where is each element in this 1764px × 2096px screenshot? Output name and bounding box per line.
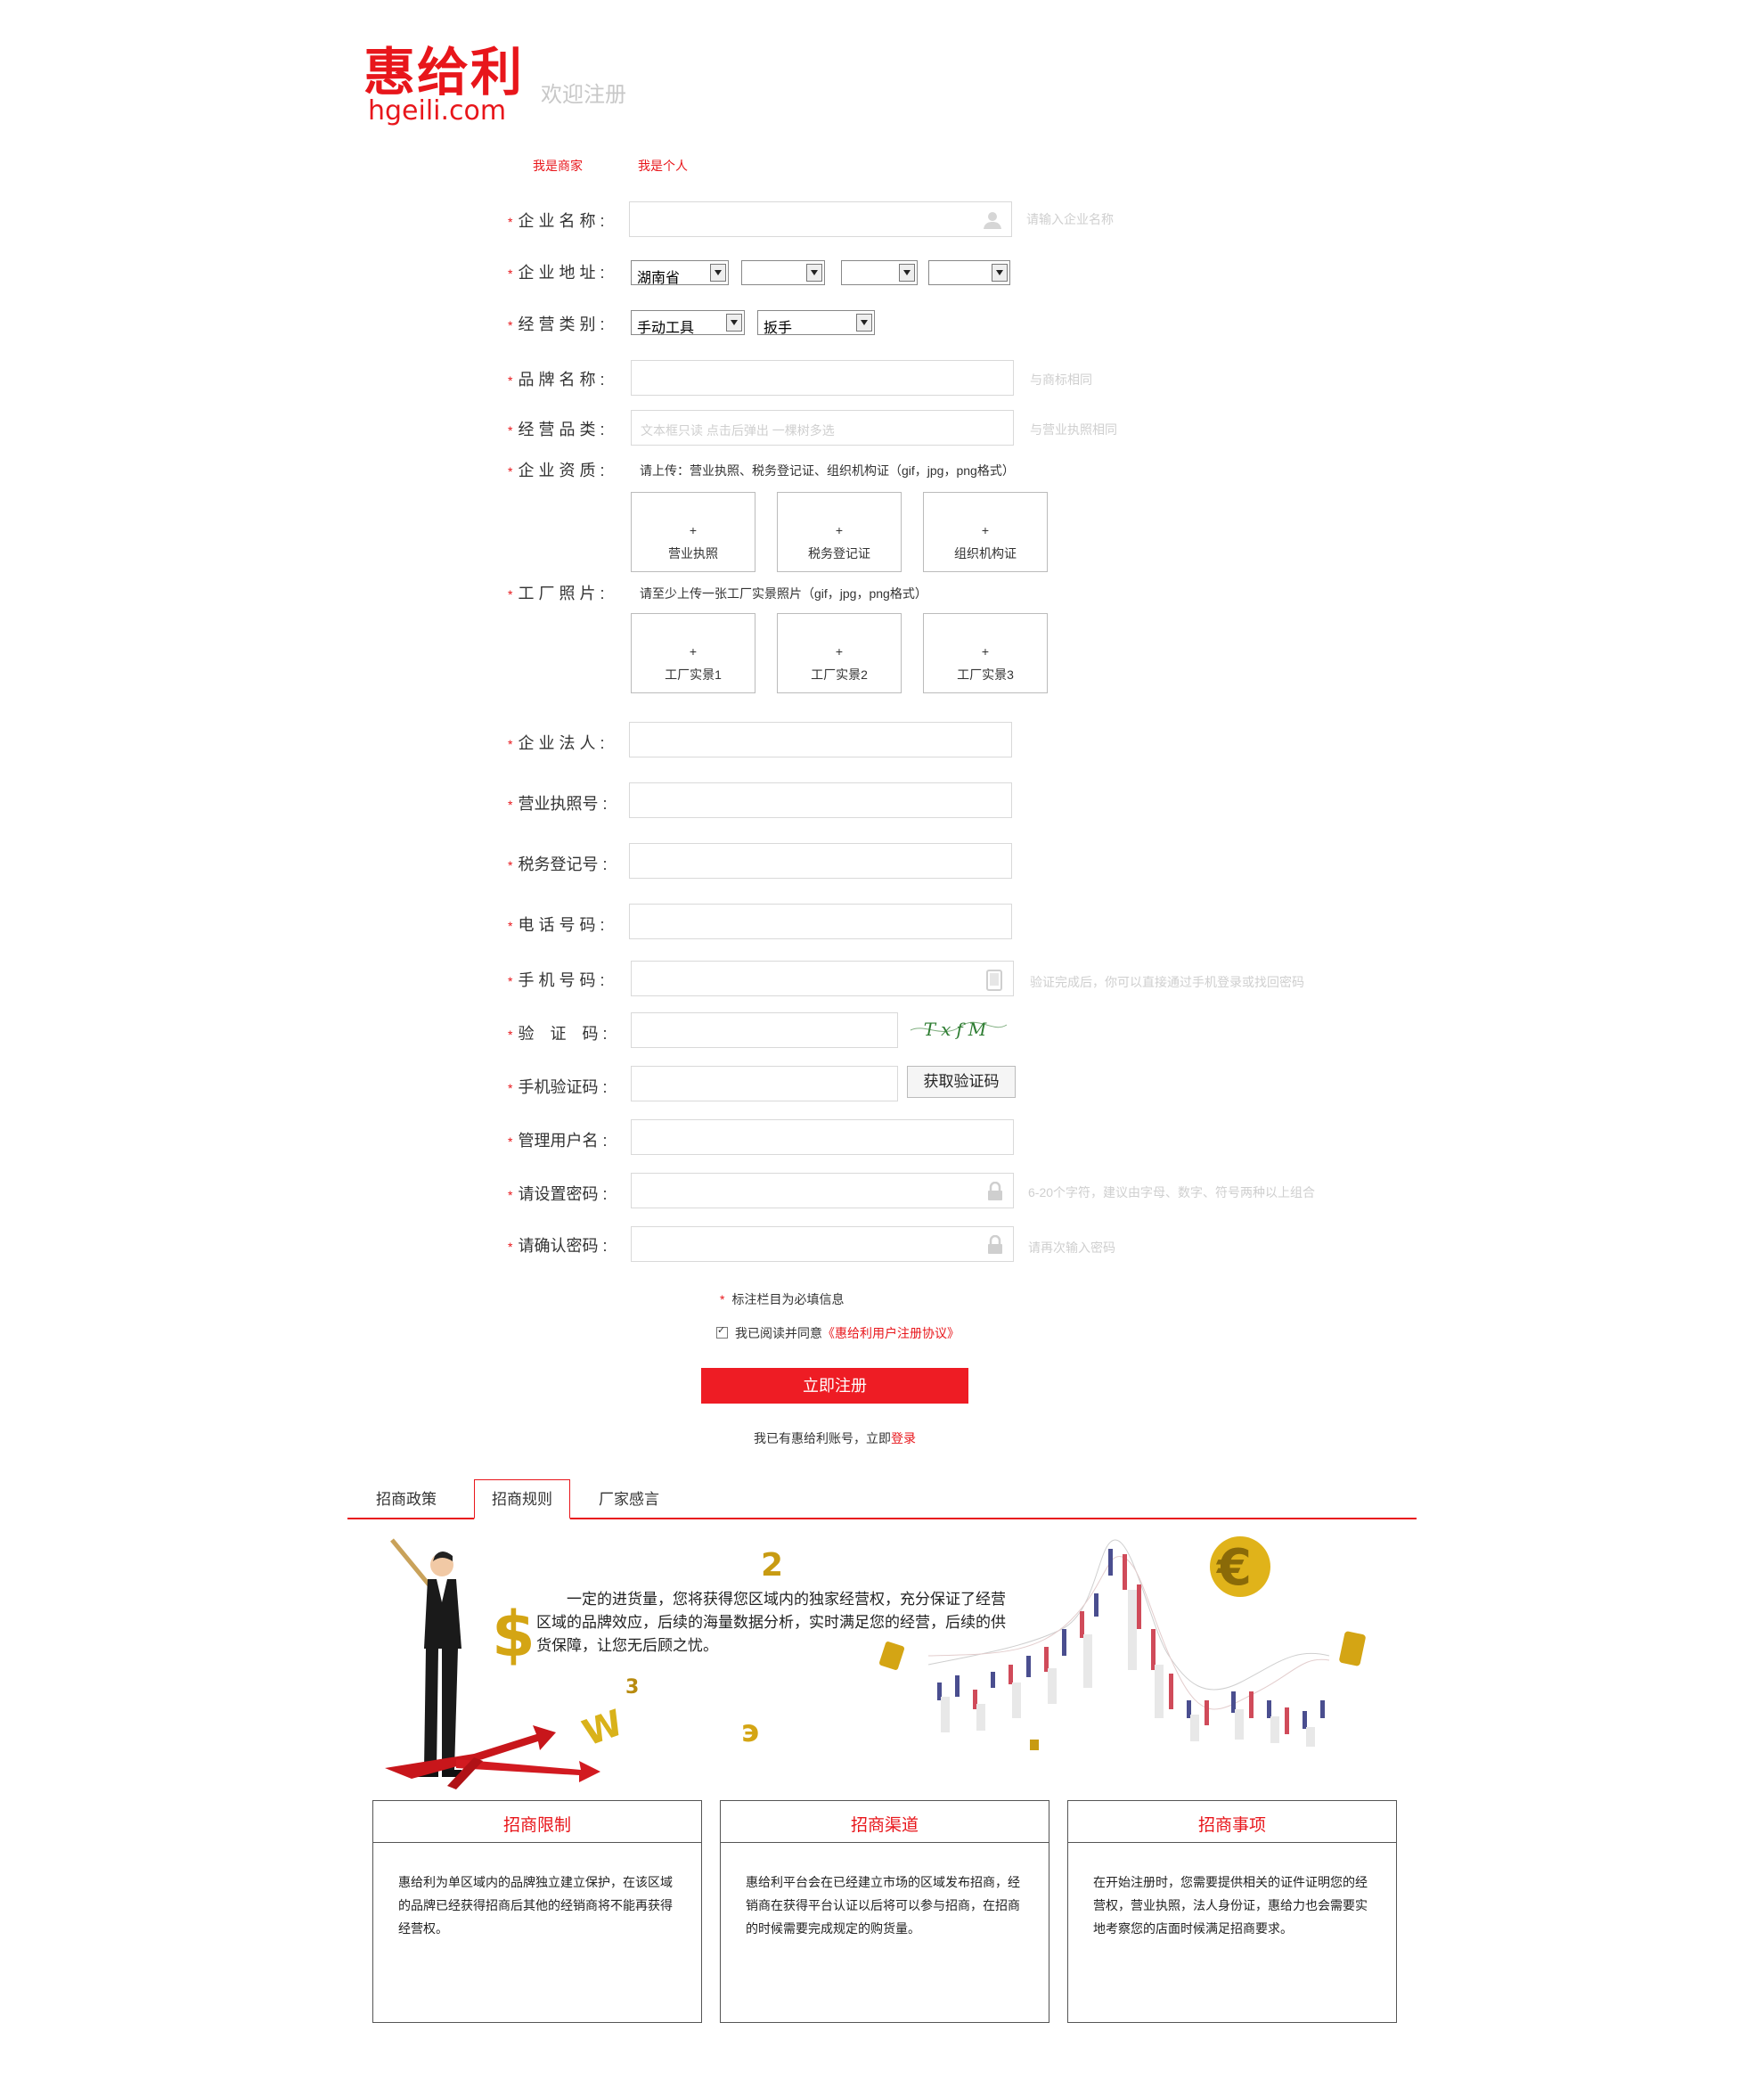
username-input[interactable] — [631, 1119, 1014, 1155]
tab-merchant[interactable]: 我是商家 — [533, 157, 583, 175]
card-body: 惠给利平台会在已经建立市场的区域发布招商，经销商在获得平台认证以后将可以参与招商… — [746, 1875, 1020, 1936]
tax-no-input[interactable] — [629, 843, 1012, 879]
district-select[interactable] — [841, 260, 918, 285]
username-label: * 管理用户名 : — [508, 1132, 608, 1150]
brand-input[interactable] — [631, 360, 1014, 396]
brand-label: * 品 牌 名 称 : — [508, 371, 605, 389]
products-input[interactable]: 文本框只读 点击后弹出 一棵树多选 — [631, 410, 1014, 446]
captcha-image[interactable]: TxfM — [907, 1014, 1009, 1044]
company-name-hint: 请输入企业名称 — [1026, 212, 1114, 226]
category-label: * 经 营 类 别 : — [508, 315, 605, 333]
card-investment-matters: 招商事项 在开始注册时，您需要提供相关的证件证明您的经营权，营业执照，法人身份证… — [1067, 1800, 1397, 2023]
sms-code-label: * 手机验证码 : — [508, 1078, 608, 1096]
agreement-link[interactable]: 《惠给利用户注册协议》 — [822, 1326, 960, 1340]
products-label: * 经 营 品 类 : — [508, 421, 605, 438]
tab-investment-policy[interactable]: 招商政策 — [376, 1486, 437, 1509]
mobile-input[interactable] — [631, 961, 1014, 996]
sms-code-input[interactable] — [631, 1066, 898, 1101]
captcha-input[interactable] — [631, 1012, 898, 1048]
lock-icon — [988, 1235, 1002, 1254]
password-input[interactable] — [631, 1173, 1014, 1208]
upload-factory-1[interactable]: + 工厂实景1 — [631, 613, 755, 693]
phone-label: * 电 话 号 码 : — [508, 916, 605, 934]
mobile-phone-icon — [986, 970, 1002, 991]
logo-chinese[interactable]: 惠给利 — [363, 46, 524, 98]
city-select[interactable] — [741, 260, 825, 285]
svg-text:€: € — [1215, 1539, 1252, 1597]
mobile-label: * 手 机 号 码 : — [508, 971, 605, 989]
legal-person-input[interactable] — [629, 722, 1012, 757]
street-select[interactable] — [928, 260, 1010, 285]
tax-no-label: * 税务登记号 : — [508, 856, 608, 873]
login-prompt: 我已有惠给利账号，立即登录 — [754, 1431, 916, 1445]
chevron-down-icon — [899, 264, 915, 282]
businessman-figure — [390, 1538, 465, 1777]
svg-text:W: W — [577, 1702, 628, 1754]
banner-text: 一定的进货量，您将获得您区域内的独家经营权，充分保证了经营区域的品牌效应，后续的… — [536, 1591, 1006, 1654]
logo-domain[interactable]: hgeili.com — [368, 98, 506, 125]
company-name-label: * 企 业 名 称 : — [508, 212, 605, 230]
card-investment-channels: 招商渠道 惠给利平台会在已经建立市场的区域发布招商，经销商在获得平台认证以后将可… — [720, 1800, 1049, 2023]
svg-text:2: 2 — [761, 1547, 783, 1584]
card-divider — [1068, 1842, 1396, 1843]
chevron-down-icon — [856, 314, 872, 332]
welcome-title: 欢迎注册 — [541, 83, 626, 107]
tab-personal[interactable]: 我是个人 — [638, 157, 688, 175]
card-title: 招商限制 — [502, 1816, 571, 1835]
province-select[interactable]: 湖南省 — [631, 260, 729, 286]
password-confirm-hint: 请再次输入密码 — [1028, 1240, 1115, 1255]
tab-manufacturer-testimonials[interactable]: 厂家感言 — [599, 1486, 659, 1509]
card-title: 招商渠道 — [850, 1816, 919, 1835]
captcha-code: TxfM — [924, 1019, 992, 1040]
chevron-down-icon — [806, 264, 822, 282]
upload-tax-certificate[interactable]: + 税务登记证 — [777, 492, 902, 572]
company-name-input[interactable] — [629, 201, 1012, 237]
products-hint: 与营业执照相同 — [1030, 422, 1117, 437]
card-investment-limits: 招商限制 惠给利为单区域内的品牌独立建立保护，在该区域的品牌已经获得招商后其他的… — [372, 1800, 702, 2023]
captcha-label: * 验 证 码 : — [508, 1025, 608, 1043]
password-confirm-label: * 请确认密码 : — [508, 1237, 608, 1255]
card-divider — [373, 1842, 701, 1843]
upload-business-license[interactable]: + 营业执照 — [631, 492, 755, 572]
tab-investment-rules[interactable]: 招商规则 — [474, 1479, 570, 1519]
card-divider — [721, 1842, 1049, 1843]
mobile-hint: 验证完成后，你可以直接通过手机登录或找回密码 — [1030, 975, 1304, 989]
get-sms-code-button[interactable]: 获取验证码 — [907, 1066, 1016, 1098]
chevron-down-icon — [710, 264, 726, 282]
brand-hint: 与商标相同 — [1030, 373, 1092, 387]
svg-text:3: 3 — [625, 1676, 639, 1699]
password-confirm-input[interactable] — [631, 1226, 1014, 1262]
chevron-down-icon — [726, 314, 742, 332]
license-no-input[interactable] — [629, 782, 1012, 818]
products-placeholder: 文本框只读 点击后弹出 一棵树多选 — [641, 423, 835, 438]
phone-input[interactable] — [629, 904, 1012, 939]
upload-factory-3[interactable]: + 工厂实景3 — [923, 613, 1048, 693]
card-body: 在开始注册时，您需要提供相关的证件证明您的经营权，营业执照，法人身份证，惠给力也… — [1093, 1875, 1368, 1936]
license-no-label: * 营业执照号 : — [508, 795, 608, 813]
qualification-label: * 企 业 资 质 : — [508, 462, 605, 479]
address-label: * 企 业 地 址 : — [508, 264, 605, 282]
upload-factory-2[interactable]: + 工厂实景2 — [777, 613, 902, 693]
password-label: * 请设置密码 : — [508, 1185, 608, 1203]
upload-org-certificate[interactable]: + 组织机构证 — [923, 492, 1048, 572]
password-hint: 6-20个字符，建议由字母、数字、符号两种以上组合 — [1028, 1185, 1316, 1199]
required-note: * 标注栏目为必填信息 — [720, 1292, 845, 1306]
qualification-note: 请上传：营业执照、税务登记证、组织机构证（gif，jpg，png格式） — [640, 463, 1015, 478]
factory-label: * 工 厂 照 片 : — [508, 585, 605, 602]
legal-person-label: * 企 业 法 人 : — [508, 734, 605, 752]
agreement-row[interactable]: 我已阅读并同意《惠给利用户注册协议》 — [716, 1324, 960, 1342]
card-body: 惠给利为单区域内的品牌独立建立保护，在该区域的品牌已经获得招商后其他的经销商将不… — [398, 1875, 673, 1936]
lock-icon — [988, 1182, 1002, 1200]
login-link[interactable]: 登录 — [891, 1431, 916, 1445]
card-title: 招商事项 — [1197, 1816, 1266, 1835]
category-main-select[interactable]: 手动工具 — [631, 310, 745, 336]
register-button[interactable]: 立即注册 — [701, 1368, 968, 1404]
svg-text:э: э — [741, 1714, 759, 1749]
category-sub-select[interactable]: 扳手 — [757, 310, 875, 336]
chevron-down-icon — [992, 264, 1008, 282]
svg-text:$: $ — [492, 1598, 535, 1671]
agree-checkbox[interactable] — [716, 1324, 728, 1339]
user-icon — [984, 212, 1001, 229]
factory-note: 请至少上传一张工厂实景照片（gif，jpg，png格式） — [640, 586, 927, 601]
